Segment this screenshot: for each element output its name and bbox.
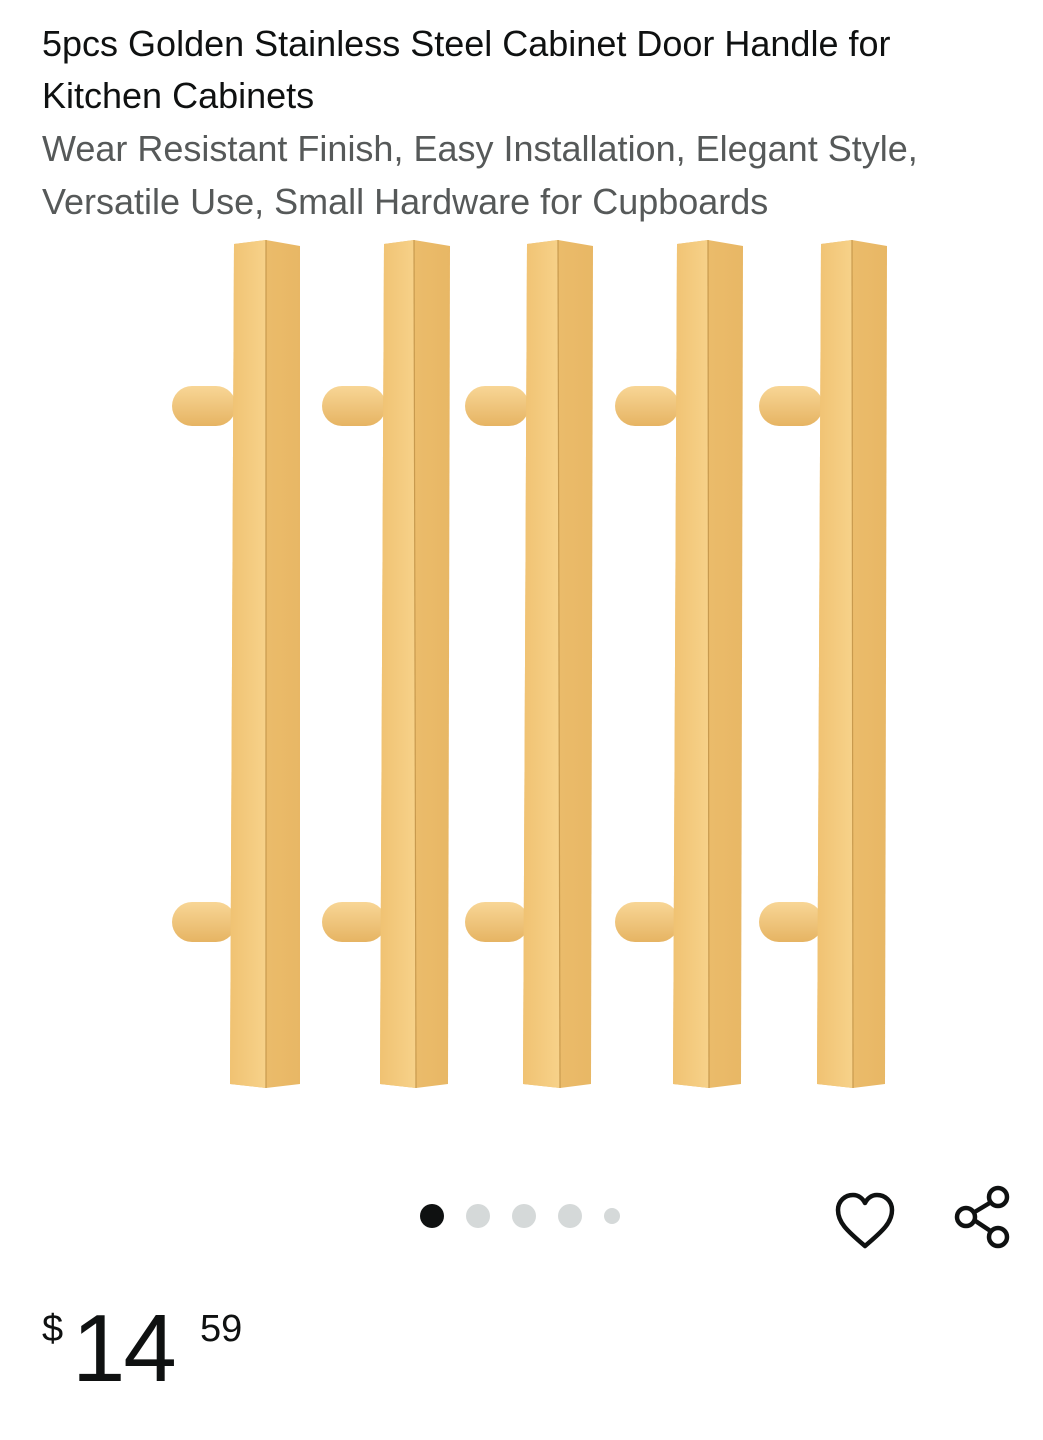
price-fraction: 59 — [200, 1308, 243, 1350]
handle-5 — [759, 239, 887, 1089]
carousel-dot[interactable] — [604, 1208, 620, 1224]
carousel-dot[interactable] — [512, 1204, 536, 1228]
product-title: 5pcs Golden Stainless Steel Cabinet Door… — [42, 23, 891, 116]
handle-3 — [465, 239, 593, 1089]
handle-2 — [322, 239, 450, 1089]
carousel-dots[interactable] — [420, 1203, 642, 1229]
price-whole: 14 — [72, 1295, 177, 1402]
heart-icon — [835, 1192, 895, 1249]
share-button[interactable] — [950, 1182, 1018, 1252]
carousel-dot[interactable] — [466, 1204, 490, 1228]
handle-1 — [172, 240, 300, 1088]
product-subtitle: Wear Resistant Finish, Easy Installation… — [42, 128, 918, 222]
price-currency-symbol: $ — [42, 1308, 64, 1350]
product-image[interactable] — [150, 236, 910, 1096]
carousel-dot[interactable] — [420, 1204, 444, 1228]
share-icon — [954, 1185, 1010, 1249]
gold-handles-illustration — [172, 239, 887, 1089]
wishlist-button[interactable] — [832, 1188, 898, 1254]
handle-4 — [615, 239, 743, 1089]
carousel-dot[interactable] — [558, 1204, 582, 1228]
